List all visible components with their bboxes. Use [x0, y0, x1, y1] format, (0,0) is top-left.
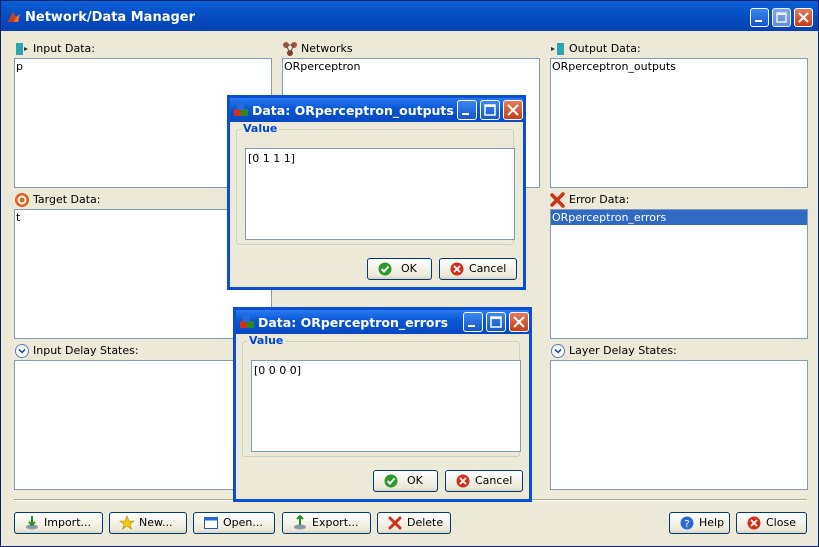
- value-field[interactable]: [0 1 1 1]: [245, 148, 515, 240]
- dialog-errors-minimize[interactable]: [463, 312, 483, 332]
- ok-button[interactable]: OK: [373, 470, 438, 492]
- import-button[interactable]: Import...: [14, 512, 103, 534]
- cancel-icon: [450, 262, 464, 276]
- dialog-errors-maximize[interactable]: [486, 312, 506, 332]
- target-icon: [15, 193, 29, 207]
- help-button[interactable]: ? Help: [669, 512, 730, 534]
- cancel-button[interactable]: Cancel: [445, 470, 523, 492]
- export-icon: [294, 515, 306, 530]
- dialog-errors-close[interactable]: [509, 312, 529, 332]
- value-group: Value [0 0 0 0]: [242, 334, 521, 457]
- value-field[interactable]: [0 0 0 0]: [251, 360, 521, 452]
- minimize-icon: [462, 113, 469, 115]
- data-cube-icon: [234, 103, 248, 116]
- value-group-label: Value: [241, 122, 280, 135]
- close-button[interactable]: Close: [736, 512, 807, 534]
- maximize-icon: [484, 104, 496, 116]
- output-data-list[interactable]: ORperceptron_outputs: [550, 58, 808, 188]
- data-cube-icon: [240, 315, 254, 328]
- cancel-button[interactable]: Cancel: [439, 258, 517, 280]
- dialog-errors: Data: ORperceptron_errors Value [0 0 0 0…: [233, 307, 532, 502]
- network-icon: [283, 42, 297, 56]
- dialog-outputs-titlebar[interactable]: Data: ORperceptron_outputs: [230, 98, 523, 122]
- list-item[interactable]: ORperceptron_outputs: [551, 59, 807, 74]
- check-icon: [384, 474, 398, 488]
- dialog-outputs-close[interactable]: [503, 100, 523, 120]
- maximize-icon: [776, 12, 787, 23]
- close-window-button[interactable]: [794, 8, 813, 27]
- list-item[interactable]: p: [15, 59, 271, 74]
- dialog-errors-titlebar[interactable]: Data: ORperceptron_errors: [236, 310, 529, 334]
- list-item-selected[interactable]: ORperceptron_errors: [551, 210, 807, 225]
- close-icon: [798, 12, 809, 23]
- star-icon: [119, 515, 135, 530]
- layer-delay-list[interactable]: [550, 360, 808, 490]
- maximize-button[interactable]: [772, 8, 791, 27]
- close-circle-icon: [747, 516, 761, 530]
- cancel-icon: [456, 474, 470, 488]
- error-x-icon: [550, 192, 565, 208]
- value-group: Value [0 1 1 1]: [236, 122, 515, 245]
- import-icon: [26, 516, 38, 530]
- help-icon: ?: [680, 516, 694, 530]
- matlab-logo-icon: [8, 12, 20, 22]
- list-item[interactable]: ORperceptron: [283, 59, 539, 74]
- minimize-icon: [468, 325, 475, 327]
- window-title: Network/Data Manager: [25, 10, 196, 25]
- close-icon: [507, 104, 519, 116]
- value-group-label: Value: [247, 334, 286, 347]
- new-button[interactable]: New...: [109, 512, 187, 534]
- dialog-outputs-title: Data: ORperceptron_outputs: [252, 103, 454, 118]
- chevron-circle-icon: [15, 344, 29, 358]
- close-icon: [513, 316, 525, 328]
- window-icon: [204, 517, 218, 529]
- input-arrow-icon: [16, 43, 28, 55]
- value-text: [0 1 1 1]: [248, 152, 296, 165]
- delete-x-icon: [388, 516, 402, 530]
- export-button[interactable]: Export...: [282, 512, 371, 534]
- dialog-errors-title: Data: ORperceptron_errors: [258, 315, 449, 330]
- value-text: [0 0 0 0]: [254, 364, 302, 377]
- check-icon: [378, 262, 392, 276]
- svg-text:?: ?: [684, 519, 689, 530]
- minimize-button[interactable]: [750, 8, 769, 27]
- output-arrow-icon: [551, 43, 564, 55]
- dialog-outputs-minimize[interactable]: [457, 100, 477, 120]
- delete-button[interactable]: Delete: [377, 512, 451, 534]
- title-bar[interactable]: Network/Data Manager: [1, 1, 818, 31]
- minimize-icon: [755, 20, 762, 22]
- error-data-list[interactable]: ORperceptron_errors: [550, 209, 808, 339]
- dialog-outputs-maximize[interactable]: [480, 100, 500, 120]
- open-button[interactable]: Open...: [193, 512, 275, 534]
- maximize-icon: [490, 316, 502, 328]
- chevron-circle-icon: [551, 344, 565, 358]
- ok-button[interactable]: OK: [367, 258, 432, 280]
- dialog-outputs: Data: ORperceptron_outputs Value [0 1 1 …: [227, 95, 526, 290]
